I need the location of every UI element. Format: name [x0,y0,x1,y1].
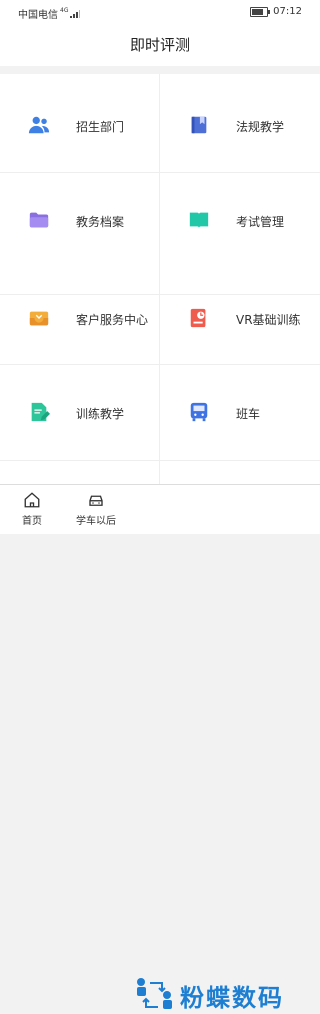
menu-item-academic-records[interactable]: 教务档案 [0,173,159,294]
menu-label: 招生部门 [76,120,125,134]
bottom-tab-bar: 首页 学车以后 粉蝶数码 [0,484,320,1012]
menu-item-regulations[interactable]: 法规教学 [160,74,319,172]
menu-label: 法规教学 [236,120,285,134]
open-book-icon [189,212,209,229]
menu-item-training-teaching[interactable]: 训练教学 [0,365,159,460]
menu-label: 班车 [236,407,261,421]
tab-after-learning[interactable]: 学车以后 [64,491,128,527]
menu-grid: 招生部门 法规教学 教务档案 考试管理 客户服务中心 VR基础训练 训练教学 班… [0,74,320,484]
signal-icon [70,9,81,18]
watermark: 粉蝶数码 [134,976,284,1014]
menu-item-vr-training[interactable]: VR基础训练 [160,295,319,364]
menu-item-admissions[interactable]: 招生部门 [0,74,159,172]
network-type: 4G [60,7,69,14]
people-icon [28,116,50,134]
menu-label: 考试管理 [236,215,285,229]
battery-icon [250,6,271,17]
mailbox-icon [29,311,49,326]
menu-item-customer-service[interactable]: 客户服务中心 [0,295,159,364]
car-icon [89,495,103,506]
vr-icon [190,308,206,328]
header: 即时评测 [0,24,320,66]
book-icon [191,116,207,134]
watermark-text: 粉蝶数码 [180,983,284,1012]
folder-icon [29,212,49,228]
menu-item-shuttle-bus[interactable]: 班车 [160,365,319,460]
tab-label: 首页 [22,516,42,527]
carrier-name: 中国电信 [18,10,58,21]
watermark-logo-icon [137,978,172,1009]
tab-home[interactable]: 首页 [0,491,64,527]
menu-item-exam-management[interactable]: 考试管理 [160,173,319,294]
status-bar: 中国电信 4G 07:12 [0,0,320,24]
document-edit-icon [31,402,50,422]
menu-label: 客户服务中心 [76,313,149,327]
divider [0,460,320,461]
battery-fill [252,8,264,15]
menu-label: 教务档案 [76,215,125,229]
tab-label: 学车以后 [76,516,116,527]
clock: 07:12 [273,6,302,17]
home-icon [24,492,40,508]
menu-label: 训练教学 [76,407,125,421]
bus-icon [190,402,208,422]
page-title: 即时评测 [129,36,190,54]
menu-label: VR基础训练 [236,313,301,327]
